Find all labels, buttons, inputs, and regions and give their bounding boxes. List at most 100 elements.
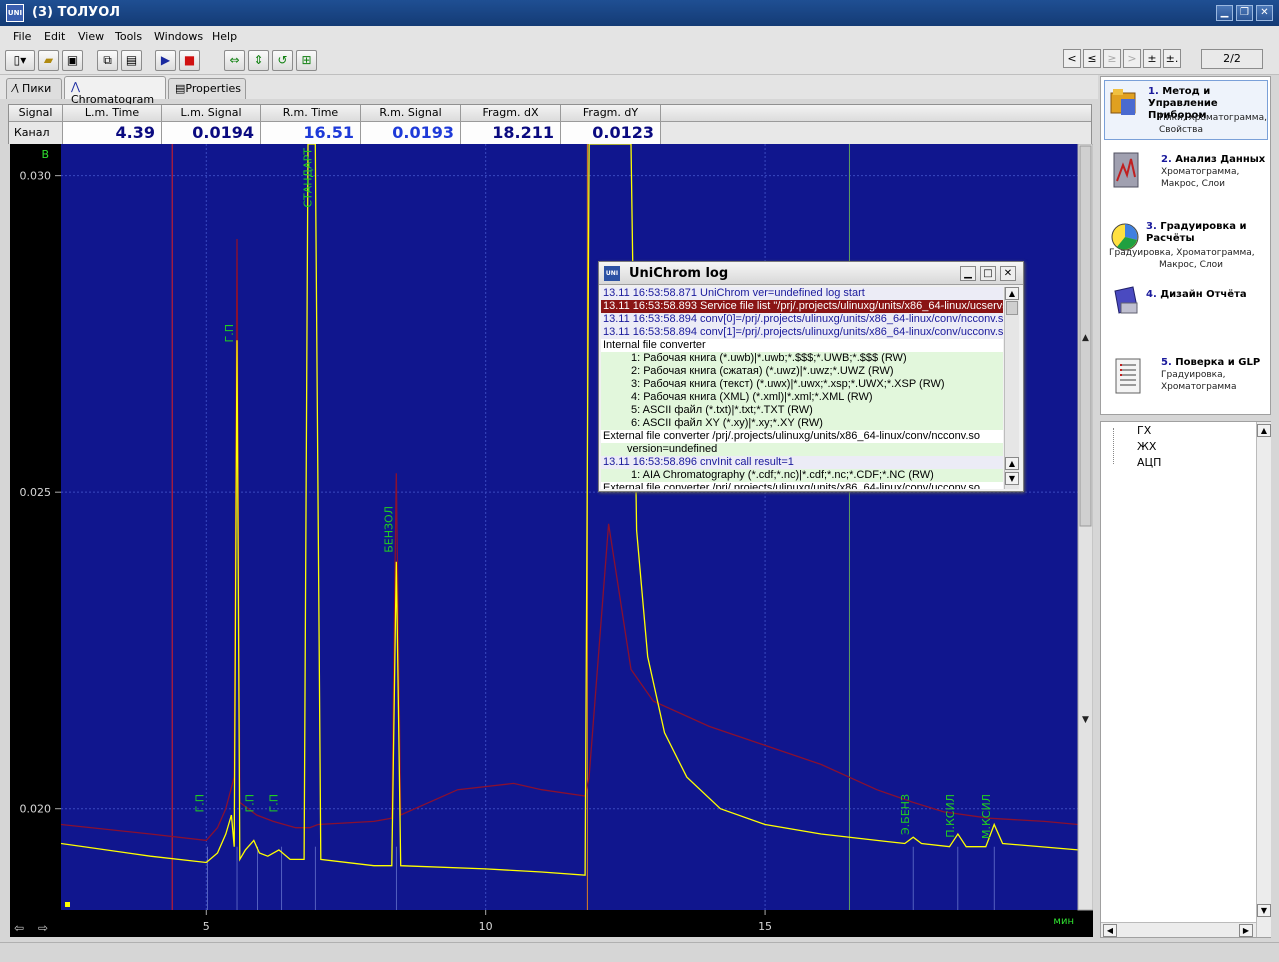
header-signal: Signal [9,105,63,122]
workflow-item-4[interactable]: 4. Дизайн Отчёта [1146,289,1266,301]
log-scroll-thumb[interactable] [1006,301,1018,315]
log-scroll-down[interactable]: ▼ [1005,472,1019,485]
log-line[interactable]: External file converter /prj/.projects/u… [601,430,1003,443]
plot-scroll-down-icon[interactable]: ▼ [1082,715,1089,725]
log-titlebar[interactable]: UNI UniChrom log ▁ □ ✕ [599,262,1023,285]
title-bar: UNI (3) ТОЛУОЛ ▁ ❐ ✕ [0,0,1279,26]
close-button[interactable]: ✕ [1256,5,1273,21]
x-tick-label: 15 [758,920,772,933]
menu-bar: File Edit View Tools Windows Help [0,26,1279,47]
log-line[interactable]: 13.11 16:53:58.871 UniChrom ver=undefine… [601,287,1003,300]
zoom-all-button[interactable]: ⊞ [296,50,317,71]
log-line[interactable]: External file converter /prj/.projects/u… [601,482,1003,489]
new-document-icon: ▯▾ [13,53,27,67]
tab-properties[interactable]: ▤Properties [168,78,246,99]
chromatogram-icon: ⋀ [71,80,81,93]
nav-next-button[interactable]: ≥ [1103,49,1121,68]
log-line[interactable]: 13.11 16:53:58.894 conv[0]=/prj/.project… [601,313,1003,326]
tree-vscrollbar[interactable]: ▲ ▼ [1256,422,1271,937]
scroll-left-icon[interactable]: ⇦ [14,921,24,935]
log-scrollbar[interactable]: ▲ ▲ ▼ [1004,287,1019,489]
log-line[interactable]: 13.11 16:53:58.893 Service file list "/p… [601,300,1003,313]
log-minimize-button[interactable]: ▁ [960,266,976,281]
fit-vertical-button[interactable]: ⇕ [248,50,269,71]
tree-hscrollbar[interactable]: ◀ ▶ [1101,922,1256,937]
fit-horizontal-button[interactable]: ⇔ [224,50,245,71]
log-line[interactable]: version=undefined [601,443,1003,456]
copy-button[interactable]: ⧉ [97,50,118,71]
save-button[interactable]: ▣ [62,50,83,71]
stop-button[interactable]: ■ [179,50,200,71]
peak-label: Г.П [268,794,281,812]
menu-tools[interactable]: Tools [115,30,142,43]
tree-node-gc[interactable]: ГХ [1137,424,1151,437]
log-maximize-button[interactable]: □ [980,266,996,281]
tree-node-adc[interactable]: АЦП [1137,456,1161,469]
paste-button[interactable]: ▤ [121,50,142,71]
log-line[interactable]: 1: AIA Chromatography (*.cdf;*.nc)|*.cdf… [601,469,1003,482]
workflow-1-sub-a: Пики, Хроматограмма, Свойства [1159,112,1267,136]
workflow-2-sub: Хроматограмма, Макрос, Слои [1161,167,1240,189]
workflow-4-num: 4. [1146,289,1157,300]
tab-peaks[interactable]: ⁄\ Пики [6,78,62,99]
log-scroll-up[interactable]: ▲ [1005,287,1019,300]
plot-scroll-up-icon[interactable]: ▲ [1082,333,1089,343]
minimize-button[interactable]: ▁ [1216,5,1233,21]
scroll-right-icon[interactable]: ⇨ [38,921,48,935]
header-lm-time: L.m. Time [63,105,162,122]
log-close-button[interactable]: ✕ [1000,266,1016,281]
menu-file[interactable]: File [13,30,31,43]
log-line[interactable]: 13.11 16:53:58.896 cnvInit call result=1 [601,456,1003,469]
workflow-item-2[interactable]: 2. Анализ Данных Хроматограмма, Макрос, … [1161,154,1269,190]
tree-node-lc[interactable]: ЖХ [1137,440,1156,453]
log-scroll-up-2[interactable]: ▲ [1005,457,1019,470]
menu-help[interactable]: Help [212,30,237,43]
nav-last-button[interactable]: > [1123,49,1141,68]
log-line[interactable]: 3: Рабочая книга (текст) (*.uwx)|*.uwx;*… [601,378,1003,391]
workflow-item-3[interactable]: 3. Градуировка и Расчёты [1146,221,1266,245]
log-line[interactable]: 13.11 16:53:58.894 conv[1]=/prj/.project… [601,326,1003,339]
plot-area[interactable] [61,144,1078,910]
value-empty [661,122,1091,144]
data-analysis-icon [1111,151,1141,188]
play-icon: ▶ [160,53,171,67]
tree-scroll-right[interactable]: ▶ [1239,924,1253,937]
value-lm-time: 4.39 [63,122,162,144]
nav-prev-button[interactable]: ≤ [1083,49,1101,68]
tree-scroll-up[interactable]: ▲ [1257,424,1271,437]
app-icon[interactable]: UNI [6,4,24,22]
workflow-panel: 1. Метод и Управление Прибором Пики, Хро… [1100,76,1271,415]
tree-scroll-left[interactable]: ◀ [1103,924,1117,937]
undo-zoom-button[interactable]: ↺ [272,50,293,71]
log-content[interactable]: 13.11 16:53:58.871 UniChrom ver=undefine… [601,287,1003,489]
menu-view[interactable]: View [78,30,104,43]
nav-first-button[interactable]: < [1063,49,1081,68]
log-line[interactable]: 5: ASCII файл (*.txt)|*.txt;*.TXT (RW) [601,404,1003,417]
new-document-button[interactable]: ▯▾ [5,50,35,71]
log-line[interactable]: 4: Рабочая книга (XML) (*.xml)|*.xml;*.X… [601,391,1003,404]
start-button[interactable]: ▶ [155,50,176,71]
log-line[interactable]: 1: Рабочая книга (*.uwb)|*.uwb;*.$$$;*.U… [601,352,1003,365]
tree-lines [1113,428,1125,464]
log-line[interactable]: Internal file converter [601,339,1003,352]
log-window[interactable]: UNI UniChrom log ▁ □ ✕ 13.11 16:53:58.87… [598,261,1024,492]
open-button[interactable]: ▰ [38,50,59,71]
page-indicator: 2/2 [1201,49,1263,69]
maximize-button[interactable]: ❐ [1236,5,1253,21]
menu-edit[interactable]: Edit [44,30,65,43]
tree-scroll-down[interactable]: ▼ [1257,904,1271,917]
method-folder-icon [1109,85,1139,119]
verification-icon [1113,357,1143,394]
workflow-item-5[interactable]: 5. Поверка и GLP Градуировка, Хроматогра… [1161,357,1269,393]
peak-label: Г.П [223,324,236,342]
menu-windows[interactable]: Windows [154,30,203,43]
report-design-icon [1111,285,1141,319]
nav-remove-button[interactable]: ±. [1163,49,1181,68]
log-line[interactable]: 2: Рабочая книга (сжатая) (*.uwz)|*.uwz;… [601,365,1003,378]
tab-chromatogram[interactable]: ⋀ Chromatogram [64,76,166,106]
measurement-table: Signal L.m. Time L.m. Signal R.m. Time R… [8,104,1092,161]
value-rm-signal: 0.0193 [361,122,461,144]
instrument-tree: ГХ ЖХ АЦП ▲ ▼ ◀ ▶ [1100,421,1271,938]
nav-add-button[interactable]: ± [1143,49,1161,68]
log-line[interactable]: 6: ASCII файл XY (*.xy)|*.xy;*.XY (RW) [601,417,1003,430]
